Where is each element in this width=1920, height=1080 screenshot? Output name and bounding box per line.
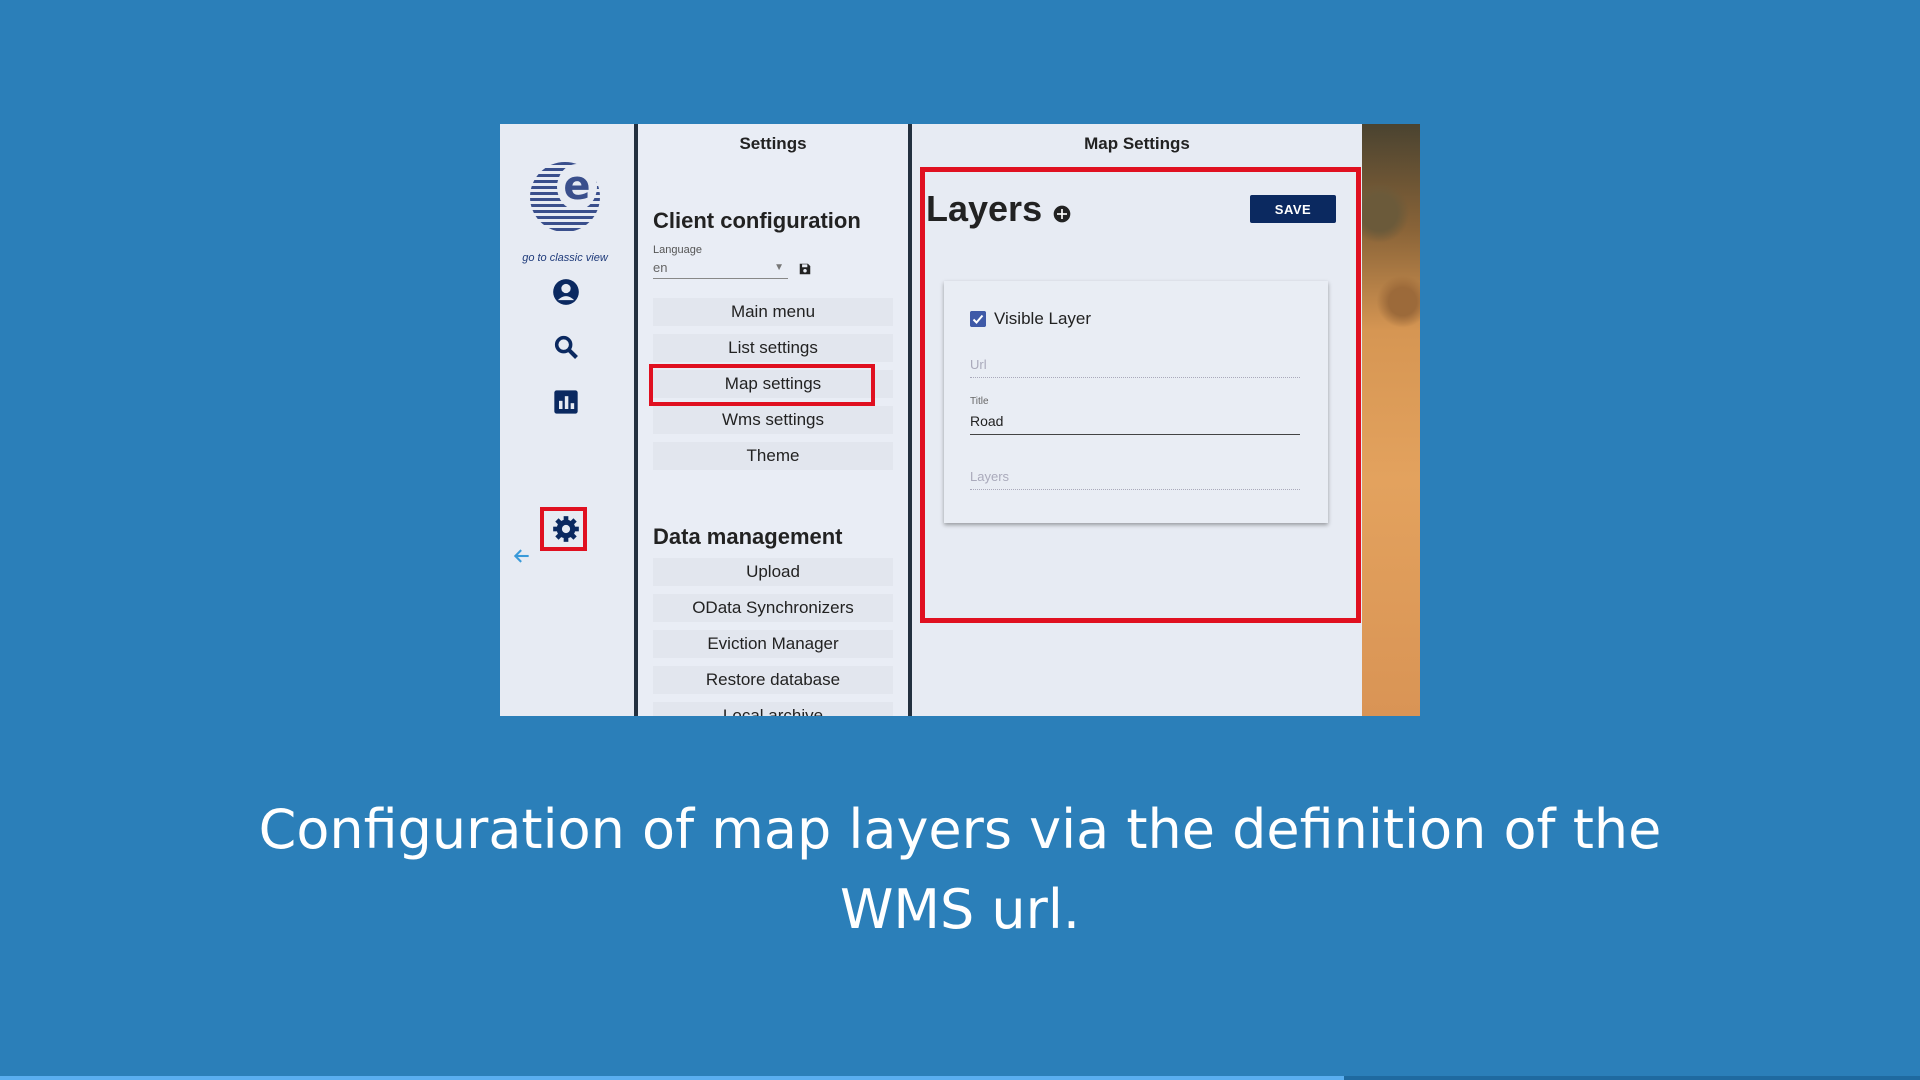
menu-item-theme[interactable]: Theme: [653, 442, 893, 470]
slide-progress-bar: [0, 1076, 1920, 1080]
gear-icon[interactable]: [552, 515, 580, 543]
visible-layer-checkbox[interactable]: [970, 311, 986, 327]
save-icon[interactable]: [798, 262, 812, 276]
settings-panel-title: Settings: [739, 134, 807, 153]
menu-item-restore-database[interactable]: Restore database: [653, 666, 893, 694]
left-rail: e go to classic view: [500, 124, 638, 716]
slide-progress-fill: [0, 1076, 1344, 1080]
save-button[interactable]: SAVE: [1250, 195, 1336, 223]
caret-down-icon: ▼: [774, 262, 784, 273]
app-screenshot: e go to classic view Settings Client con…: [500, 124, 1420, 716]
title-field-label: Title: [970, 396, 989, 407]
data-management-heading: Data management: [653, 524, 843, 549]
menu-item-wms-settings[interactable]: Wms settings: [653, 406, 893, 434]
title-input-underline: [970, 434, 1300, 435]
url-input[interactable]: Url: [970, 357, 987, 372]
client-config-heading: Client configuration: [653, 208, 861, 233]
title-input[interactable]: Road: [970, 413, 1003, 429]
add-circle-icon[interactable]: [1052, 204, 1072, 224]
language-select[interactable]: en ▼: [653, 258, 788, 279]
url-input-underline: [970, 377, 1300, 378]
map-settings-panel: Map Settings Layers SAVE Visible Layer U…: [912, 124, 1362, 716]
layers-input-underline: [970, 489, 1300, 490]
menu-item-upload[interactable]: Upload: [653, 558, 893, 586]
map-settings-title: Map Settings: [1084, 134, 1190, 153]
user-icon[interactable]: [552, 278, 580, 306]
back-arrow-icon[interactable]: [512, 546, 532, 566]
map-settings-highlight-box: [649, 364, 875, 406]
menu-item-odata-synchronizers[interactable]: OData Synchronizers: [653, 594, 893, 622]
chart-icon[interactable]: [552, 388, 580, 416]
visible-layer-label: Visible Layer: [994, 309, 1092, 328]
menu-item-main-menu[interactable]: Main menu: [653, 298, 893, 326]
layers-input[interactable]: Layers: [970, 469, 1009, 484]
logo-letter: e: [557, 164, 597, 210]
classic-view-link[interactable]: go to classic view: [500, 252, 630, 264]
layer-card: Visible Layer Url Title Road Layers: [944, 281, 1328, 523]
layers-heading: Layers: [926, 188, 1043, 229]
slide-caption: Configuration of map layers via the defi…: [258, 798, 1662, 941]
settings-panel: Settings Client configuration Language e…: [638, 124, 912, 716]
search-icon[interactable]: [552, 333, 580, 361]
language-label: Language: [653, 244, 702, 256]
map-background: [1362, 124, 1420, 716]
language-value: en: [653, 260, 668, 275]
menu-item-local-archive[interactable]: Local archive: [653, 702, 893, 716]
menu-item-eviction-manager[interactable]: Eviction Manager: [653, 630, 893, 658]
menu-item-list-settings[interactable]: List settings: [653, 334, 893, 362]
